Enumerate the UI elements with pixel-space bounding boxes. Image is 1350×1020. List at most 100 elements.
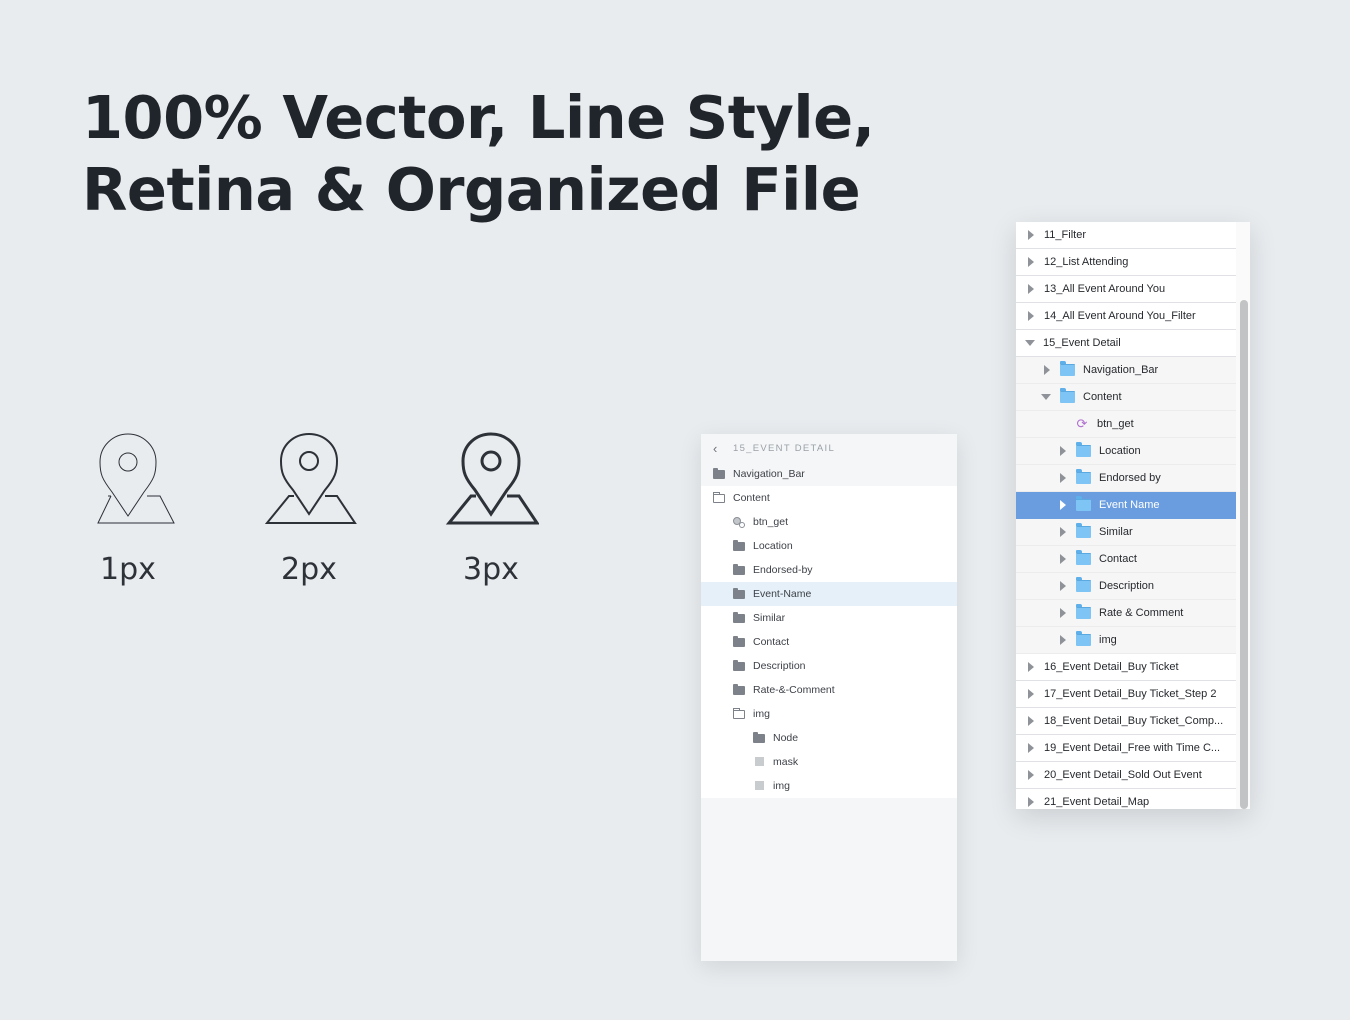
folder-icon	[713, 468, 725, 479]
layer-item[interactable]: mask	[701, 750, 957, 774]
layer-item[interactable]: Endorsed-by	[701, 558, 957, 582]
pin-sample-1px: 1px	[78, 430, 178, 587]
outline-row[interactable]: Contact	[1016, 546, 1236, 573]
outline-row-selected[interactable]: Event Name	[1016, 492, 1236, 519]
outline-row[interactable]: ⟳ btn_get	[1016, 411, 1236, 438]
disclosure-triangle-icon[interactable]	[1060, 473, 1066, 483]
square-icon	[753, 757, 765, 767]
pin-label-1px: 1px	[100, 552, 156, 587]
outline-row[interactable]: 17_Event Detail_Buy Ticket_Step 2	[1016, 681, 1236, 708]
outline-row[interactable]: Description	[1016, 573, 1236, 600]
headline-line-1: 100% Vector, Line Style,	[82, 83, 875, 152]
map-pin-icon	[445, 432, 539, 525]
outline-row[interactable]: 20_Event Detail_Sold Out Event	[1016, 762, 1236, 789]
disclosure-triangle-open-icon[interactable]	[1041, 394, 1051, 400]
disclosure-triangle-icon[interactable]	[1028, 770, 1034, 780]
disclosure-triangle-icon[interactable]	[1060, 446, 1066, 456]
scrollbar-thumb[interactable]	[1240, 300, 1248, 809]
outline-row[interactable]: Location	[1016, 438, 1236, 465]
disclosure-triangle-icon[interactable]	[1060, 608, 1066, 618]
layer-panel-header: ‹ 15_EVENT DETAIL	[701, 434, 957, 462]
disclosure-triangle-icon[interactable]	[1028, 743, 1034, 753]
disclosure-triangle-icon[interactable]	[1028, 797, 1034, 807]
folder-icon	[1060, 388, 1075, 403]
folder-icon	[1076, 604, 1091, 619]
layer-item[interactable]: Contact	[701, 630, 957, 654]
outline-row[interactable]: img	[1016, 627, 1236, 654]
folder-icon	[733, 660, 745, 671]
disclosure-triangle-icon[interactable]	[1028, 257, 1034, 267]
layer-item[interactable]: img	[701, 774, 957, 798]
chevron-left-icon[interactable]: ‹	[713, 441, 733, 456]
layer-item[interactable]: Node	[701, 726, 957, 750]
layer-list: Navigation_Bar Content btn_get Location …	[701, 462, 957, 798]
folder-icon	[733, 636, 745, 647]
outline-row[interactable]: 19_Event Detail_Free with Time C...	[1016, 735, 1236, 762]
disclosure-triangle-icon[interactable]	[1028, 689, 1034, 699]
folder-icon	[733, 612, 745, 623]
outline-row[interactable]: 12_List Attending	[1016, 249, 1236, 276]
outline-row[interactable]: 16_Event Detail_Buy Ticket	[1016, 654, 1236, 681]
outline-list: 11_Filter 12_List Attending 13_All Event…	[1016, 222, 1236, 809]
outline-panel: 11_Filter 12_List Attending 13_All Event…	[1016, 222, 1250, 809]
disclosure-triangle-icon[interactable]	[1060, 554, 1066, 564]
map-pin-icon	[97, 433, 175, 524]
disclosure-triangle-icon[interactable]	[1060, 581, 1066, 591]
folder-icon	[1076, 496, 1091, 511]
layer-item[interactable]: img	[701, 702, 957, 726]
disclosure-triangle-icon[interactable]	[1028, 284, 1034, 294]
headline: 100% Vector, Line Style, Retina & Organi…	[82, 82, 875, 226]
folder-icon	[733, 564, 745, 575]
layer-panel: ‹ 15_EVENT DETAIL Navigation_Bar Content…	[701, 434, 957, 961]
pin-sample-2px: 2px	[259, 430, 359, 587]
outline-row[interactable]: Endorsed by	[1016, 465, 1236, 492]
disclosure-triangle-icon[interactable]	[1060, 527, 1066, 537]
folder-icon	[1076, 631, 1091, 646]
outline-row-expanded[interactable]: Content	[1016, 384, 1236, 411]
layer-item[interactable]: Location	[701, 534, 957, 558]
folder-icon	[753, 732, 765, 743]
pin-label-2px: 2px	[281, 552, 337, 587]
layer-item[interactable]: Content	[701, 486, 957, 510]
folder-icon	[1076, 469, 1091, 484]
folder-open-icon	[713, 492, 725, 503]
folder-icon	[1060, 361, 1075, 376]
pin-sample-3px: 3px	[441, 430, 541, 587]
disclosure-triangle-icon[interactable]	[1028, 230, 1034, 240]
map-pin-icon	[264, 432, 357, 524]
headline-line-2: Retina & Organized File	[82, 155, 861, 224]
folder-icon	[733, 540, 745, 551]
outline-row[interactable]: 14_All Event Around You_Filter	[1016, 303, 1236, 330]
disclosure-triangle-icon[interactable]	[1044, 365, 1050, 375]
outline-row[interactable]: 21_Event Detail_Map	[1016, 789, 1236, 809]
layer-item[interactable]: Description	[701, 654, 957, 678]
layer-item-selected[interactable]: Event-Name	[701, 582, 957, 606]
folder-open-icon	[733, 708, 745, 719]
outline-row[interactable]: 13_All Event Around You	[1016, 276, 1236, 303]
disclosure-triangle-icon[interactable]	[1060, 635, 1066, 645]
disclosure-triangle-icon[interactable]	[1028, 662, 1034, 672]
disclosure-triangle-open-icon[interactable]	[1025, 340, 1035, 346]
outline-row[interactable]: Similar	[1016, 519, 1236, 546]
symbol-icon	[733, 517, 745, 528]
disclosure-triangle-icon[interactable]	[1060, 500, 1066, 510]
layer-item[interactable]: btn_get	[701, 510, 957, 534]
outline-row-expanded[interactable]: 15_Event Detail	[1016, 330, 1236, 357]
folder-icon	[733, 684, 745, 695]
square-icon	[753, 781, 765, 791]
folder-icon	[1076, 577, 1091, 592]
outline-row[interactable]: 18_Event Detail_Buy Ticket_Comp...	[1016, 708, 1236, 735]
folder-icon	[1076, 550, 1091, 565]
layer-item[interactable]: Rate-&-Comment	[701, 678, 957, 702]
folder-icon	[1076, 442, 1091, 457]
pin-label-3px: 3px	[463, 552, 519, 587]
layer-item[interactable]: Similar	[701, 606, 957, 630]
disclosure-triangle-icon[interactable]	[1028, 716, 1034, 726]
folder-icon	[1076, 523, 1091, 538]
outline-row[interactable]: Navigation_Bar	[1016, 357, 1236, 384]
layer-panel-title: 15_EVENT DETAIL	[733, 442, 836, 454]
layer-item[interactable]: Navigation_Bar	[701, 462, 957, 486]
outline-row[interactable]: Rate & Comment	[1016, 600, 1236, 627]
disclosure-triangle-icon[interactable]	[1028, 311, 1034, 321]
outline-row[interactable]: 11_Filter	[1016, 222, 1236, 249]
